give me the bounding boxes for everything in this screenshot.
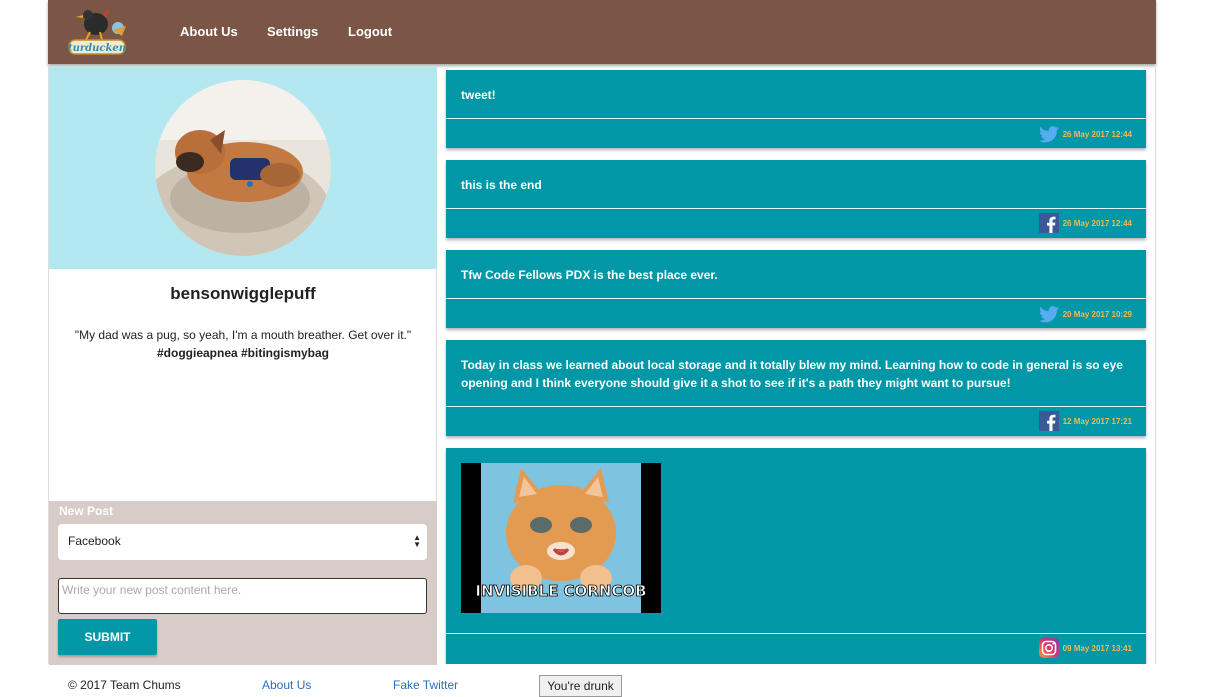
twitter-icon	[1038, 126, 1059, 143]
post-feed: tweet! 26 May 2017 12:44 this is the end…	[437, 66, 1156, 664]
feed-post: Tfw Code Fellows PDX is the best place e…	[446, 250, 1146, 328]
feed-post: Today in class we learned about local st…	[446, 340, 1146, 436]
post-text: this is the end	[461, 178, 542, 192]
svg-text:turducken: turducken	[68, 43, 126, 54]
post-divider	[446, 208, 1146, 209]
post-meta: 09 May 2017 13:41	[1038, 638, 1132, 658]
post-meta: 12 May 2017 17:21	[1038, 411, 1132, 431]
feed-post: this is the end 26 May 2017 12:44	[446, 160, 1146, 238]
nav-logout[interactable]: Logout	[348, 24, 392, 39]
youre-drunk-button[interactable]: You're drunk	[539, 675, 622, 697]
post-text: Today in class we learned about local st…	[461, 358, 1123, 390]
new-post-form: New Post Facebook ▲ ▼ Write your new post…	[49, 501, 437, 665]
feed-post: INVISIBLE CORNCOB 09 May 2017 13:41	[446, 448, 1146, 664]
post-date: 20 May 2017 10:29	[1062, 310, 1132, 319]
post-date: 09 May 2017 13:41	[1062, 643, 1132, 653]
nav-settings[interactable]: Settings	[267, 24, 318, 39]
post-date: 26 May 2017 12:44	[1062, 130, 1132, 139]
facebook-icon	[1038, 213, 1059, 233]
submit-button[interactable]: SUBMIT	[58, 619, 157, 655]
profile-banner	[49, 67, 437, 269]
profile-hashtags: #doggieapnea #bitingismybag	[156, 346, 330, 360]
post-text: Tfw Code Fellows PDX is the best place e…	[461, 268, 718, 282]
post-divider	[446, 633, 1146, 634]
profile-avatar	[155, 80, 331, 256]
post-divider	[446, 118, 1146, 119]
nav-about-us[interactable]: About Us	[180, 24, 238, 39]
twitter-icon	[1038, 306, 1059, 323]
post-date: 12 May 2017 17:21	[1062, 416, 1132, 426]
profile-bio-text: "My dad was a pug, so yeah, I'm a mouth …	[74, 328, 412, 342]
post-meta: 26 May 2017 12:44	[1038, 126, 1132, 143]
new-post-label: New Post	[59, 504, 114, 518]
facebook-icon	[1038, 411, 1059, 431]
post-content-textarea[interactable]: Write your new post content here.	[58, 578, 427, 614]
profile-bio: "My dad was a pug, so yeah, I'm a mouth …	[49, 326, 437, 362]
select-arrows-icon: ▲ ▼	[413, 533, 421, 549]
footer-fake-twitter-link[interactable]: Fake Twitter	[393, 678, 458, 692]
platform-select[interactable]: Facebook ▲ ▼	[58, 524, 427, 560]
post-divider	[446, 298, 1146, 299]
post-meta: 20 May 2017 10:29	[1038, 306, 1132, 323]
footer-about-link[interactable]: About Us	[262, 678, 311, 692]
post-image[interactable]: INVISIBLE CORNCOB	[461, 463, 661, 613]
top-navbar: turducken About Us Settings Logout	[48, 0, 1156, 64]
profile-username: bensonwigglepuff	[170, 284, 316, 303]
svg-text:INVISIBLE CORNCOB: INVISIBLE CORNCOB	[475, 582, 646, 600]
turducken-logo[interactable]: turducken	[66, 6, 144, 58]
footer-copyright: © 2017 Team Chums	[68, 678, 181, 692]
post-divider	[446, 406, 1146, 407]
post-date: 26 May 2017 12:44	[1062, 218, 1132, 228]
post-meta: 26 May 2017 12:44	[1038, 213, 1132, 233]
post-text: tweet!	[461, 88, 496, 102]
post-content-placeholder: Write your new post content here.	[62, 583, 242, 597]
feed-post: tweet! 26 May 2017 12:44	[446, 70, 1146, 148]
instagram-icon	[1038, 638, 1059, 658]
platform-select-value: Facebook	[68, 534, 121, 548]
profile-panel: bensonwigglepuff "My dad was a pug, so y…	[48, 66, 437, 665]
